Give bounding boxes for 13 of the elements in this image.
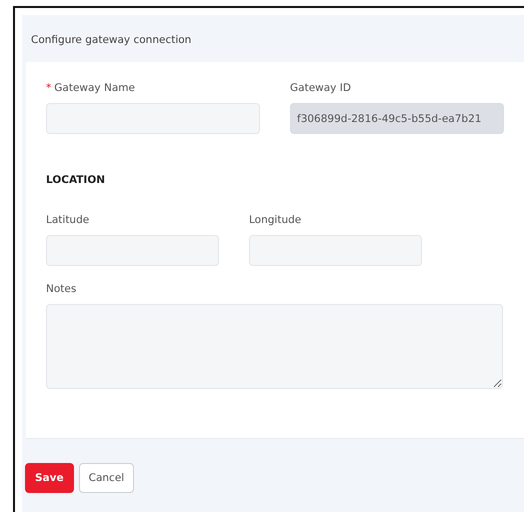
field-label: * Gateway Name <box>46 82 136 94</box>
field-label: Notes <box>46 283 78 295</box>
field-label: Latitude <box>46 214 90 226</box>
input-field[interactable] <box>249 235 422 266</box>
panel-title: Configure gateway connection <box>30 33 192 48</box>
field-label: Gateway ID <box>290 82 352 94</box>
field-label: Longitude <box>249 214 302 226</box>
input-field[interactable] <box>46 103 260 134</box>
notes-field[interactable] <box>46 304 503 389</box>
section-heading: LOCATION <box>46 174 106 186</box>
save-button[interactable]: Save <box>25 463 74 493</box>
cancel-button[interactable]: Cancel <box>78 463 134 493</box>
input-field[interactable] <box>46 235 219 266</box>
